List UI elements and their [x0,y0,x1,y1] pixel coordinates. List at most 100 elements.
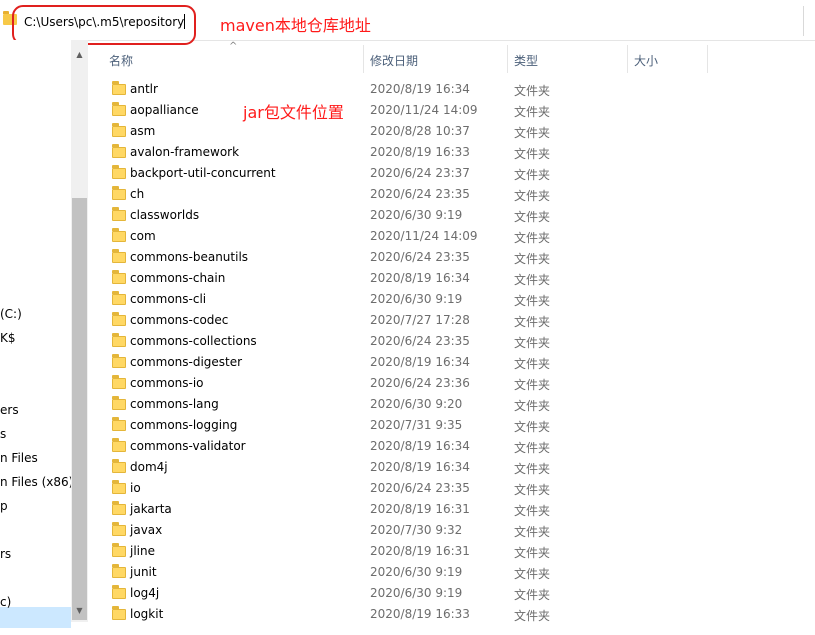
column-name[interactable]: 名称 [109,52,133,69]
file-date: 2020/6/24 23:35 [370,187,470,201]
file-row[interactable]: commons-beanutils 2020/6/24 23:35 文件夹 [88,247,815,268]
column-header: ^ 名称 修改日期 类型 大小 [88,41,815,73]
folder-icon [112,501,126,515]
column-divider[interactable] [363,45,364,73]
column-divider[interactable] [507,45,508,73]
file-row[interactable]: jakarta 2020/8/19 16:31 文件夹 [88,499,815,520]
file-date: 2020/11/24 14:09 [370,103,478,117]
nav-item-share[interactable]: K$ [0,331,16,345]
folder-icon [112,228,126,242]
nav-item-users[interactable]: ers [0,403,19,417]
file-date: 2020/8/19 16:31 [370,544,470,558]
folder-icon [112,165,126,179]
file-date: 2020/8/19 16:34 [370,460,470,474]
file-row[interactable]: commons-chain 2020/8/19 16:34 文件夹 [88,268,815,289]
folder-icon [112,480,126,494]
file-name: javax [130,523,163,537]
file-type: 文件夹 [514,504,551,518]
file-date: 2020/6/30 9:19 [370,565,463,579]
file-type: 文件夹 [514,147,551,161]
scrollbar-thumb[interactable] [72,198,87,620]
folder-icon [112,354,126,368]
file-row[interactable]: antlr 2020/8/19 16:34 文件夹 [88,79,815,100]
file-row[interactable]: log4j 2020/6/30 9:19 文件夹 [88,583,815,604]
file-type: 文件夹 [514,357,551,371]
file-name: classworlds [130,208,200,222]
folder-icon [112,459,126,473]
file-type: 文件夹 [514,273,551,287]
nav-item-program-files[interactable]: n Files [0,451,38,465]
nav-item-drive-c[interactable]: (C:) [0,307,22,321]
file-row[interactable]: javax 2020/7/30 9:32 文件夹 [88,520,815,541]
file-row[interactable]: commons-logging 2020/7/31 9:35 文件夹 [88,415,815,436]
file-date: 2020/11/24 14:09 [370,229,478,243]
file-type: 文件夹 [514,462,551,476]
folder-icon [112,375,126,389]
nav-item-s[interactable]: s [0,427,6,441]
nav-item-program-files-x86[interactable]: n Files (x86) [0,475,73,489]
folder-icon [112,123,126,137]
column-divider[interactable] [627,45,628,73]
file-name: logkit [130,607,164,621]
file-name: avalon-framework [130,145,240,159]
file-type: 文件夹 [514,441,551,455]
file-row[interactable]: junit 2020/6/30 9:19 文件夹 [88,562,815,583]
file-row[interactable]: commons-io 2020/6/24 23:36 文件夹 [88,373,815,394]
file-name: io [130,481,141,495]
folder-icon [112,606,126,620]
file-row[interactable]: jline 2020/8/19 16:31 文件夹 [88,541,815,562]
column-size[interactable]: 大小 [634,52,658,69]
column-divider[interactable] [707,45,708,73]
file-row[interactable]: asm 2020/8/28 10:37 文件夹 [88,121,815,142]
file-row[interactable]: commons-lang 2020/6/30 9:20 文件夹 [88,394,815,415]
file-row[interactable]: commons-digester 2020/8/19 16:34 文件夹 [88,352,815,373]
annotation-maven-note: maven本地仓库地址 [220,16,371,35]
file-name: backport-util-concurrent [130,166,276,180]
file-row[interactable]: classworlds 2020/6/30 9:19 文件夹 [88,205,815,226]
folder-icon [112,102,126,116]
file-row[interactable]: commons-codec 2020/7/27 17:28 文件夹 [88,310,815,331]
file-type: 文件夹 [514,483,551,497]
file-type: 文件夹 [514,84,551,98]
file-row[interactable]: logkit 2020/8/19 16:33 文件夹 [88,604,815,625]
file-type: 文件夹 [514,588,551,602]
file-row[interactable]: io 2020/6/24 23:35 文件夹 [88,478,815,499]
annotation-circle [12,5,196,45]
column-type[interactable]: 类型 [514,52,538,69]
file-type: 文件夹 [514,231,551,245]
file-row[interactable]: avalon-framework 2020/8/19 16:33 文件夹 [88,142,815,163]
folder-icon [112,81,126,95]
nav-item-rs[interactable]: rs [0,547,11,561]
scroll-up-arrow-icon[interactable]: ▲ [74,49,85,60]
file-row[interactable]: dom4j 2020/8/19 16:34 文件夹 [88,457,815,478]
nav-scrollbar[interactable]: ▲ ▼ [71,40,88,622]
file-type: 文件夹 [514,567,551,581]
file-name: asm [130,124,156,138]
nav-item-p[interactable]: p [0,499,8,513]
file-date: 2020/6/30 9:20 [370,397,463,411]
file-date: 2020/8/19 16:33 [370,145,470,159]
column-date[interactable]: 修改日期 [370,52,418,69]
file-name: commons-cli [130,292,207,306]
file-name: commons-beanutils [130,250,249,264]
file-row[interactable]: com 2020/11/24 14:09 文件夹 [88,226,815,247]
file-name: commons-codec [130,313,229,327]
file-date: 2020/6/24 23:35 [370,250,470,264]
nav-item-c[interactable]: c) [0,595,11,609]
file-row[interactable]: aopalliance 2020/11/24 14:09 文件夹 [88,100,815,121]
file-date: 2020/6/24 23:36 [370,376,470,390]
file-row[interactable]: ch 2020/6/24 23:35 文件夹 [88,184,815,205]
file-name: junit [130,565,157,579]
file-name: antlr [130,82,158,96]
folder-icon [112,585,126,599]
file-date: 2020/8/28 10:37 [370,124,470,138]
folder-icon [112,543,126,557]
scroll-down-arrow-icon[interactable]: ▼ [74,605,85,616]
file-row[interactable]: commons-validator 2020/8/19 16:34 文件夹 [88,436,815,457]
file-row[interactable]: commons-cli 2020/6/30 9:19 文件夹 [88,289,815,310]
file-row[interactable]: commons-collections 2020/6/24 23:35 文件夹 [88,331,815,352]
file-name: ch [130,187,145,201]
file-name: commons-validator [130,439,246,453]
file-row[interactable]: backport-util-concurrent 2020/6/24 23:37 文… [88,163,815,184]
file-type: 文件夹 [514,105,551,119]
